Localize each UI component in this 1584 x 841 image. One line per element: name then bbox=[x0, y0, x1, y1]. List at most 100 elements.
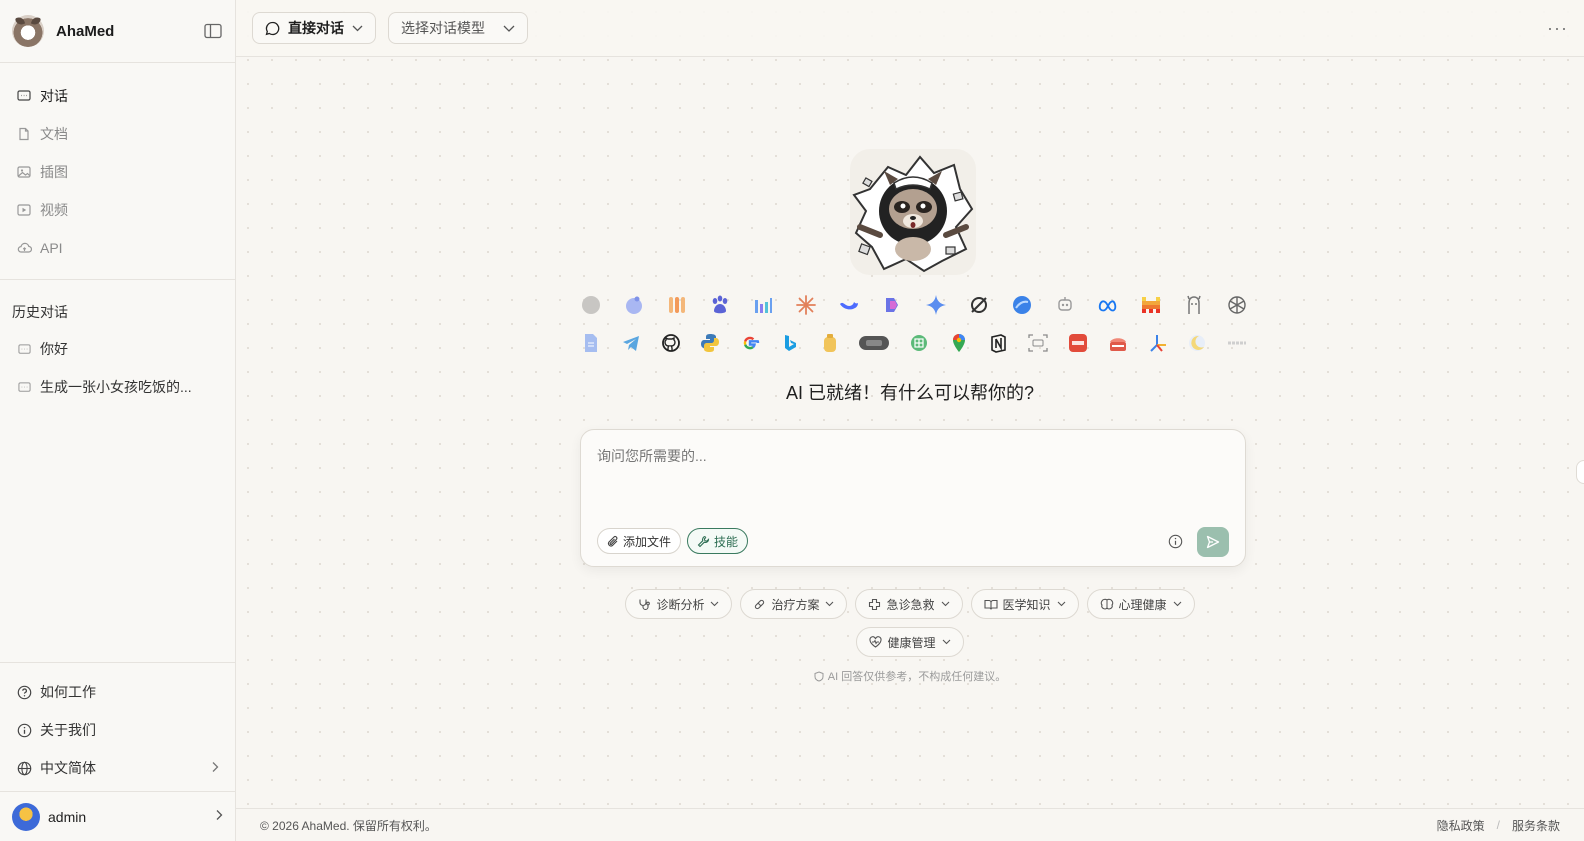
history-heading: 历史对话 bbox=[12, 304, 68, 320]
alpaca-icon bbox=[1183, 294, 1205, 316]
nav-item-label: 视频 bbox=[40, 202, 68, 218]
video-icon bbox=[16, 202, 32, 218]
meta-icon bbox=[1097, 294, 1119, 316]
info-button[interactable] bbox=[1168, 534, 1183, 549]
quick-action-treatment[interactable]: 治疗方案 bbox=[740, 589, 848, 619]
chevron-right-icon bbox=[215, 808, 223, 826]
language-label: 中文简体 bbox=[40, 760, 96, 776]
brain-icon bbox=[1100, 598, 1114, 611]
paperclip-icon bbox=[607, 535, 619, 548]
app-root: AhaMed 对话 文档 插图 视频 API 历史对话 你好 生成一张小女孩吃饭… bbox=[0, 0, 1584, 841]
claude-star-icon bbox=[795, 294, 817, 316]
quick-action-medical-knowledge[interactable]: 医学知识 bbox=[970, 589, 1079, 619]
quick-action-label: 急诊急救 bbox=[886, 597, 935, 612]
quick-action-label: 诊断分析 bbox=[656, 597, 705, 612]
pill-icon bbox=[753, 598, 766, 611]
language-selector[interactable]: 中文简体 bbox=[0, 749, 235, 787]
sidebar-link-label: 如何工作 bbox=[40, 684, 96, 700]
greeting-text: AI 已就绪！有什么可以帮你的? bbox=[785, 383, 1035, 403]
chevron-down-icon bbox=[1057, 601, 1066, 607]
openai-icon bbox=[1226, 294, 1248, 316]
nav-item-label: 文档 bbox=[40, 126, 68, 142]
about-us-link[interactable]: 关于我们 bbox=[0, 711, 235, 749]
skills-button[interactable]: 技能 bbox=[687, 528, 749, 554]
nav-item-label: 对话 bbox=[40, 88, 68, 104]
maps-pin-icon bbox=[948, 332, 970, 354]
privacy-policy-link[interactable]: 隐私政策 bbox=[1437, 817, 1485, 834]
baidu-paw-icon bbox=[709, 294, 731, 316]
google-icon bbox=[739, 332, 761, 354]
sidebar-toggle-button[interactable] bbox=[203, 21, 223, 41]
send-button[interactable] bbox=[1197, 527, 1229, 557]
nav-item-label: 插图 bbox=[40, 164, 68, 180]
disclaimer-text: AI 回答仅供参考，不构成任何建议。 bbox=[827, 671, 1007, 683]
how-it-works-link[interactable]: 如何工作 bbox=[0, 673, 235, 711]
quick-action-health-management[interactable]: 健康管理 bbox=[856, 627, 964, 657]
deepseek-whale-icon bbox=[838, 294, 860, 316]
github-icon bbox=[660, 332, 682, 354]
wenxin-icon bbox=[666, 294, 688, 316]
terms-of-service-link[interactable]: 服务条款 bbox=[1512, 817, 1560, 834]
main-area: 直接对话 选择对话模型 ··· AI 已就绪！有什么可以帮你的? 询问您所需要的… bbox=[236, 0, 1584, 841]
nav-item-illustration[interactable]: 插图 bbox=[0, 153, 235, 191]
sidebar-panel-icon bbox=[204, 23, 222, 39]
chevron-down-icon bbox=[942, 639, 951, 645]
telegram-icon bbox=[620, 332, 642, 354]
info-circle-icon bbox=[1168, 534, 1183, 549]
quick-action-label: 心理健康 bbox=[1118, 597, 1167, 612]
message-input[interactable] bbox=[597, 446, 1217, 506]
quick-action-mental-health[interactable]: 心理健康 bbox=[1086, 589, 1195, 619]
model-icons-row bbox=[580, 294, 1248, 316]
footer-separator: / bbox=[1496, 818, 1500, 832]
avatar bbox=[12, 802, 40, 831]
wrench-icon bbox=[697, 535, 710, 548]
top-bar: 直接对话 选择对话模型 ··· bbox=[236, 0, 1584, 57]
footer-links: 隐私政策 / 服务条款 bbox=[1437, 817, 1560, 834]
info-icon bbox=[16, 722, 32, 738]
bottle-icon bbox=[819, 332, 841, 354]
send-icon bbox=[1206, 535, 1220, 549]
page-footer: © 2026 AhaMed. 保留所有权利。 隐私政策 / 服务条款 bbox=[236, 808, 1584, 841]
add-file-button[interactable]: 添加文件 bbox=[597, 528, 682, 554]
quick-actions-row: 健康管理 bbox=[236, 627, 1584, 657]
mistral-icon bbox=[1140, 294, 1162, 316]
primary-nav: 对话 文档 插图 视频 API bbox=[0, 63, 235, 280]
ai-disclaimer: AI 回答仅供参考，不构成任何建议。 bbox=[236, 668, 1584, 684]
copyright-text: © 2026 AhaMed. 保留所有权利。 bbox=[260, 818, 437, 833]
quick-action-diagnosis[interactable]: 诊断分析 bbox=[625, 589, 733, 619]
nav-item-documents[interactable]: 文档 bbox=[0, 115, 235, 153]
model-select-dropdown[interactable]: 选择对话模型 bbox=[388, 12, 528, 44]
message-circle-icon bbox=[265, 21, 280, 36]
chevron-down-icon bbox=[1173, 601, 1182, 607]
quick-action-label: 健康管理 bbox=[887, 635, 936, 650]
sidebar-link-label: 关于我们 bbox=[40, 722, 96, 738]
chat-welcome: AI 已就绪！有什么可以帮你的? 添加文件 技能 bbox=[236, 57, 1584, 808]
more-options-button[interactable]: ··· bbox=[1547, 18, 1568, 39]
tool-icons-row bbox=[580, 332, 1248, 354]
notion-icon bbox=[988, 332, 1010, 354]
app-logo bbox=[12, 15, 44, 47]
user-name: admin bbox=[48, 808, 87, 825]
nav-item-chat[interactable]: 对话 bbox=[0, 77, 235, 115]
chevron-down-icon bbox=[710, 601, 719, 607]
history-item[interactable]: 生成一张小女孩吃饭的... bbox=[0, 368, 235, 406]
chat-mode-dropdown[interactable]: 直接对话 bbox=[252, 12, 376, 44]
robot-icon bbox=[1054, 294, 1076, 316]
book-icon bbox=[983, 598, 998, 611]
history-item-label: 你好 bbox=[40, 341, 68, 357]
chevron-right-icon bbox=[211, 760, 219, 776]
history-item[interactable]: 你好 bbox=[0, 330, 235, 368]
sidebar-footer: 如何工作 关于我们 中文简体 admin bbox=[0, 662, 235, 841]
sidebar: AhaMed 对话 文档 插图 视频 API 历史对话 你好 生成一张小女孩吃饭… bbox=[0, 0, 236, 841]
history-item-label: 生成一张小女孩吃饭的... bbox=[40, 379, 192, 395]
dola-icon bbox=[1011, 294, 1033, 316]
side-panel-handle[interactable] bbox=[1576, 460, 1584, 484]
bar-chart-icon bbox=[752, 294, 774, 316]
nav-item-video[interactable]: 视频 bbox=[0, 191, 235, 229]
nav-item-label: API bbox=[40, 240, 63, 256]
nav-item-api[interactable]: API bbox=[0, 229, 235, 267]
user-menu[interactable]: admin bbox=[0, 791, 235, 841]
heart-icon bbox=[869, 636, 883, 648]
quick-action-emergency[interactable]: 急诊急救 bbox=[855, 589, 963, 619]
cake-icon bbox=[1107, 332, 1129, 354]
